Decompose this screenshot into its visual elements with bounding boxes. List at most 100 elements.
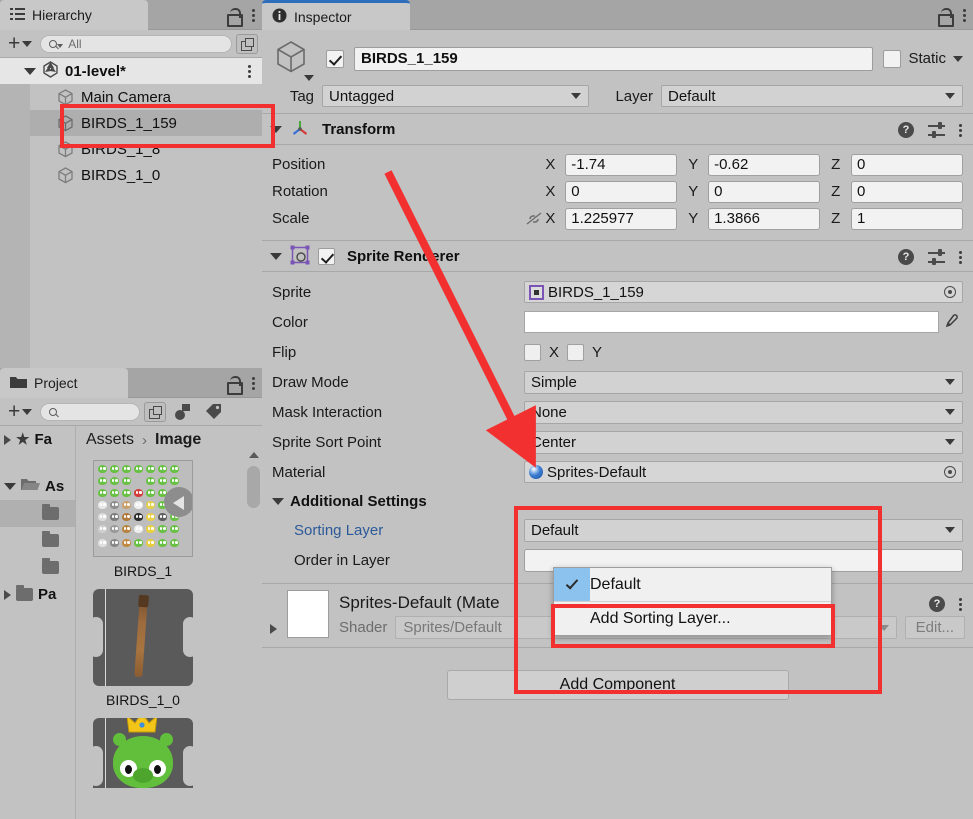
create-asset-button[interactable]: + [4,401,36,422]
position-y-field[interactable]: -0.62 [708,153,821,176]
project-tree-item-folder-3[interactable] [0,554,75,581]
scale-y-field[interactable]: 1.3866 [708,207,821,230]
preset-icon[interactable] [928,122,945,138]
sprite-object-field[interactable]: BIRDS_1_159 [524,281,963,303]
component-menu-icon[interactable] [959,596,963,612]
transform-scale-row: Scale X 1.225977 Y 1.3866 Z 1 [272,205,963,232]
chevron-down-icon[interactable] [272,497,284,505]
scale-x-field[interactable]: 1.225977 [565,207,678,230]
tag-dropdown[interactable]: Untagged [322,85,589,107]
hierarchy-filter-icon[interactable] [236,33,258,54]
flip-y-checkbox[interactable] [567,343,585,361]
draw-mode-dropdown[interactable]: Simple [524,370,963,394]
hierarchy-tree: 01-level* Main Camera BIRDS_1_159 BIRDS_… [0,58,262,368]
position-x-field[interactable]: -1.74 [565,153,678,176]
axis-x-label: X [545,183,556,200]
hierarchy-item-birds-1-0[interactable]: BIRDS_1_0 [0,162,262,188]
material-object-field[interactable]: Sprites-Default [524,461,963,483]
project-search-input[interactable] [40,402,141,421]
chevron-down-icon [571,93,581,99]
project-filter-icon[interactable] [144,401,167,422]
eyedropper-icon[interactable] [939,314,963,330]
scale-z-field[interactable]: 1 [850,207,963,230]
tab-project[interactable]: Project [0,368,128,398]
sprite-renderer-component-header[interactable]: Sprite Renderer ? [262,240,973,272]
lock-icon[interactable] [937,7,954,27]
sorting-layer-row: Sorting Layer Default [272,515,963,545]
sprite-renderer-enabled-checkbox[interactable] [318,247,335,265]
chevron-down-icon[interactable] [270,125,282,133]
asset-item-king-pig[interactable] [88,718,198,788]
sprite-sort-point-label: Sprite Sort Point [272,433,382,451]
add-component-button[interactable]: Add Component [446,670,789,700]
asset-thumbnail [93,718,193,788]
object-picker-icon[interactable] [944,286,956,298]
rotation-y-field[interactable]: 0 [708,180,821,203]
additional-settings-foldout[interactable]: Additional Settings [272,487,963,515]
project-tree-item-image[interactable] [0,500,75,527]
project-menu-icon[interactable] [252,375,256,391]
dropdown-item-add-sorting-layer[interactable]: Add Sorting Layer... [554,602,831,635]
chevron-down-icon[interactable] [270,252,282,260]
scale-x-value: 1.225977 [571,210,634,227]
scrollbar-thumb[interactable] [247,466,260,508]
static-checkbox[interactable] [883,49,902,68]
layer-dropdown[interactable]: Default [661,85,963,107]
help-icon[interactable]: ? [898,122,914,138]
object-picker-icon[interactable] [944,466,956,478]
chevron-right-icon[interactable] [270,624,277,634]
constrain-proportions-icon[interactable] [522,211,546,226]
hierarchy-search-input[interactable]: All [40,34,232,53]
component-menu-icon[interactable] [959,122,963,138]
create-object-button[interactable]: + [4,33,36,54]
scene-menu-icon[interactable] [248,63,252,79]
add-component-label: Add Component [559,676,676,693]
hierarchy-item-birds-1-159[interactable]: BIRDS_1_159 [0,110,262,136]
hierarchy-menu-icon[interactable] [252,7,256,23]
help-icon[interactable]: ? [898,249,914,265]
project-tree-item-packages[interactable]: Pa [0,581,75,608]
project-scrollbar[interactable] [247,452,260,817]
sorting-layer-dropdown[interactable]: Default [524,518,963,542]
gameobject-enabled-checkbox[interactable] [326,49,344,68]
asset-item-birds-1[interactable]: BIRDS_1 [88,460,198,579]
tab-inspector[interactable]: Inspector [262,0,410,30]
rotation-x-field[interactable]: 0 [565,180,678,203]
position-z-field[interactable]: 0 [850,153,963,176]
project-tree-item-assets[interactable]: As [0,473,75,500]
inspector-menu-icon[interactable] [963,7,967,23]
asset-thumbnail [93,589,193,689]
project-toolbar: + [0,398,262,426]
sprite-sort-point-dropdown[interactable]: Center [524,430,963,454]
hierarchy-scene-row[interactable]: 01-level* [0,58,262,84]
lock-icon[interactable] [226,7,243,27]
asset-item-birds-1-0[interactable]: BIRDS_1_0 [88,589,198,708]
hierarchy-item-birds-1-8[interactable]: BIRDS_1_8 [0,136,262,162]
dropdown-item-default[interactable]: Default [554,568,831,601]
transform-component-header[interactable]: Transform ? [262,113,973,145]
lock-icon[interactable] [226,375,243,395]
gameobject-name-field[interactable]: BIRDS_1_159 [354,46,874,71]
chevron-down-icon[interactable] [24,67,36,75]
project-tree-item-favorites[interactable]: ★ Fa [0,426,75,453]
search-by-type-icon[interactable] [170,401,196,423]
chevron-right-icon[interactable] [4,589,11,600]
search-by-label-icon[interactable] [200,401,226,423]
help-icon[interactable]: ? [929,596,945,612]
flip-x-checkbox[interactable] [524,343,541,361]
mask-interaction-dropdown[interactable]: None [524,400,963,424]
scroll-up-icon[interactable] [249,452,259,458]
tab-hierarchy[interactable]: Hierarchy [0,0,148,30]
check-placeholder [554,602,590,635]
chevron-down-icon[interactable] [953,55,963,62]
preset-icon[interactable] [928,249,945,265]
chevron-down-icon[interactable] [304,75,314,81]
chevron-right-icon[interactable] [4,434,11,445]
breadcrumb-assets[interactable]: Assets [86,431,134,449]
component-menu-icon[interactable] [959,249,963,265]
chevron-down-icon[interactable] [4,483,16,490]
color-swatch-field[interactable] [524,311,939,333]
rotation-z-field[interactable]: 0 [850,180,963,203]
hierarchy-item-main-camera[interactable]: Main Camera [0,84,262,110]
project-tree-item-folder-2[interactable] [0,527,75,554]
